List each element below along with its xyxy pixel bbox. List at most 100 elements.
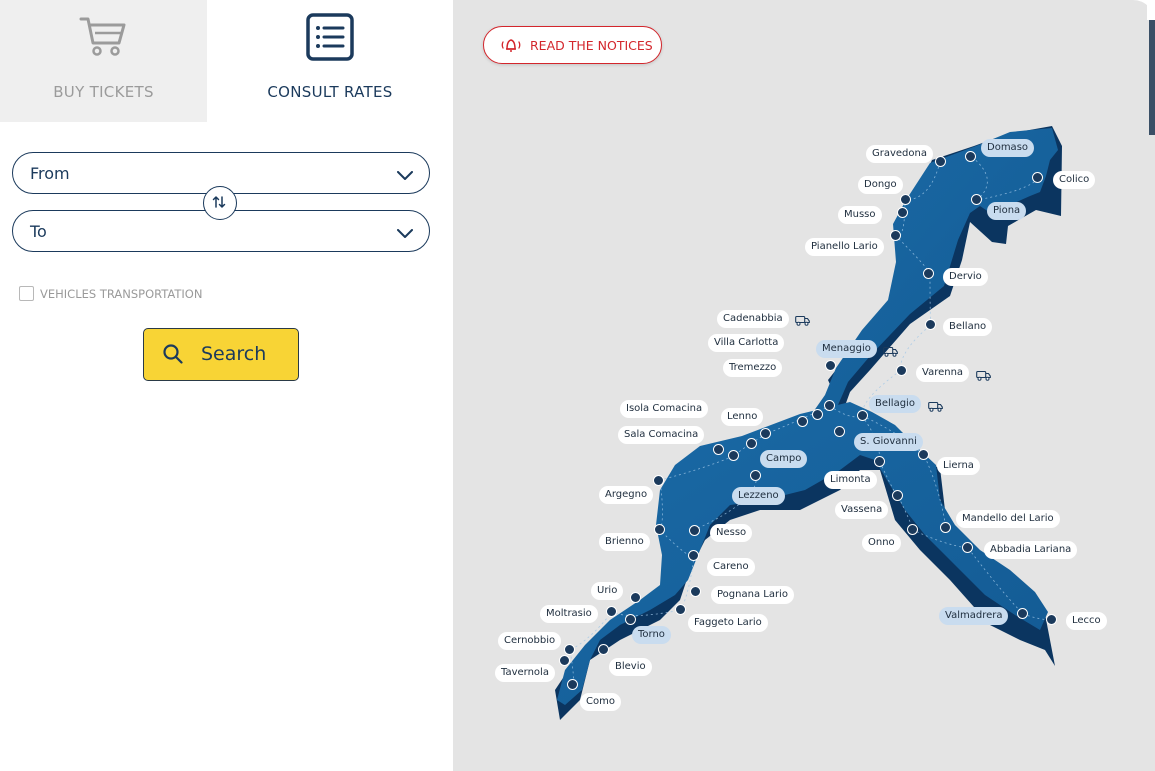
stop-marker[interactable]: [900, 194, 911, 205]
stop-marker[interactable]: [825, 360, 836, 371]
stop-marker[interactable]: [923, 268, 934, 279]
vehicle-ferry-icon: [883, 342, 898, 357]
stop-label-varenna[interactable]: Varenna: [916, 364, 970, 382]
stop-label-isola[interactable]: Isola Comacina: [620, 400, 709, 418]
stop-label-pianello[interactable]: Pianello Lario: [805, 238, 884, 256]
stop-marker[interactable]: [760, 428, 771, 439]
stop-label-abbadia[interactable]: Abbadia Lariana: [984, 541, 1078, 559]
stop-label-nesso[interactable]: Nesso: [710, 524, 753, 542]
stop-marker[interactable]: [1046, 614, 1057, 625]
stop-label-moltrasio[interactable]: Moltrasio: [540, 605, 598, 623]
stop-label-pognana[interactable]: Pognana Lario: [711, 586, 794, 604]
stop-marker[interactable]: [746, 438, 757, 449]
stop-label-musso[interactable]: Musso: [838, 206, 882, 224]
tab-buy-tickets[interactable]: BUY TICKETS: [0, 0, 207, 122]
cart-icon: [79, 13, 129, 63]
stop-marker[interactable]: [892, 490, 903, 501]
stop-label-mandello[interactable]: Mandello del Lario: [956, 510, 1060, 528]
stop-marker[interactable]: [598, 644, 609, 655]
stop-marker[interactable]: [625, 614, 636, 625]
stop-marker[interactable]: [688, 550, 699, 561]
stop-label-onno[interactable]: Onno: [862, 534, 901, 552]
stop-label-careno[interactable]: Careno: [707, 558, 755, 576]
tab-buy-label: BUY TICKETS: [53, 83, 154, 101]
stop-label-brienno[interactable]: Brienno: [599, 533, 650, 551]
stop-marker[interactable]: [675, 604, 686, 615]
stop-marker[interactable]: [713, 444, 724, 455]
stop-marker[interactable]: [925, 319, 936, 330]
stop-label-vassena[interactable]: Vassena: [835, 501, 889, 519]
stop-label-villacarlotta[interactable]: Villa Carlotta: [708, 334, 785, 352]
stop-marker[interactable]: [653, 475, 664, 486]
to-select-value: To: [30, 222, 47, 241]
stop-marker[interactable]: [971, 194, 982, 205]
stop-label-cadenabbia[interactable]: Cadenabbia: [717, 310, 789, 328]
from-select-value: From: [30, 164, 70, 183]
read-notices-label: READ THE NOTICES: [530, 38, 653, 53]
stop-marker[interactable]: [559, 655, 570, 666]
stop-label-lenno[interactable]: Lenno: [721, 408, 764, 426]
stop-label-gravedona[interactable]: Gravedona: [866, 145, 933, 163]
stop-label-blevio[interactable]: Blevio: [609, 658, 652, 676]
stop-label-lecco[interactable]: Lecco: [1066, 612, 1107, 630]
stop-marker[interactable]: [1017, 608, 1028, 619]
stop-label-sgiovanni[interactable]: S. Giovanni: [854, 433, 923, 451]
stop-label-tremezzo[interactable]: Tremezzo: [723, 359, 783, 377]
stop-label-menaggio[interactable]: Menaggio: [816, 340, 877, 358]
stop-marker[interactable]: [834, 426, 845, 437]
stop-label-como[interactable]: Como: [580, 693, 621, 711]
stop-marker[interactable]: [896, 365, 907, 376]
stop-label-bellano[interactable]: Bellano: [943, 318, 993, 336]
stop-marker[interactable]: [907, 524, 918, 535]
stop-marker[interactable]: [857, 410, 868, 421]
stop-label-bellagio[interactable]: Bellagio: [869, 395, 921, 413]
stop-label-urio[interactable]: Urio: [591, 582, 624, 600]
stop-marker[interactable]: [690, 586, 701, 597]
stop-marker[interactable]: [918, 449, 929, 460]
stop-marker[interactable]: [940, 522, 951, 533]
stop-label-colico[interactable]: Colico: [1053, 171, 1096, 189]
stop-label-cernobbio[interactable]: Cernobbio: [498, 632, 562, 650]
stop-marker[interactable]: [630, 592, 641, 603]
stop-label-domaso[interactable]: Domaso: [981, 139, 1035, 157]
stop-marker[interactable]: [564, 644, 575, 655]
stop-marker[interactable]: [935, 156, 946, 167]
stop-label-sala[interactable]: Sala Comacina: [618, 426, 705, 444]
vehicle-ferry-icon: [795, 311, 810, 326]
stop-marker[interactable]: [689, 525, 700, 536]
stop-label-torno[interactable]: Torno: [632, 626, 671, 644]
stop-label-dervio[interactable]: Dervio: [943, 268, 988, 286]
stop-marker[interactable]: [962, 542, 973, 553]
stop-marker[interactable]: [728, 450, 739, 461]
stop-marker[interactable]: [567, 679, 578, 690]
stop-marker[interactable]: [750, 470, 761, 481]
chevron-down-icon: [397, 166, 413, 185]
vehicles-checkbox[interactable]: [19, 286, 34, 301]
stop-marker[interactable]: [654, 524, 665, 535]
swap-arrows-icon: [212, 196, 226, 208]
stop-marker[interactable]: [890, 230, 901, 241]
tab-consult-rates[interactable]: CONSULT RATES: [207, 0, 453, 122]
stop-label-faggeto[interactable]: Faggeto Lario: [688, 614, 768, 632]
stop-marker[interactable]: [797, 416, 808, 427]
stop-label-tavernola[interactable]: Tavernola: [495, 664, 555, 682]
search-button[interactable]: Search: [143, 328, 299, 381]
stop-marker[interactable]: [965, 151, 976, 162]
stop-label-lierna[interactable]: Lierna: [937, 457, 980, 475]
vehicle-ferry-icon: [928, 397, 943, 412]
stop-marker[interactable]: [874, 456, 885, 467]
stop-marker[interactable]: [897, 207, 908, 218]
stop-marker[interactable]: [1032, 172, 1043, 183]
stop-label-piona[interactable]: Piona: [987, 202, 1027, 220]
stop-label-lezzeno[interactable]: Lezzeno: [732, 487, 785, 505]
stop-label-limonta[interactable]: Limonta: [824, 471, 877, 489]
stop-marker[interactable]: [824, 400, 835, 411]
stop-marker[interactable]: [812, 409, 823, 420]
stop-label-valmadrera[interactable]: Valmadrera: [939, 607, 1009, 625]
swap-direction-button[interactable]: [203, 186, 237, 220]
stop-label-argegno[interactable]: Argegno: [599, 486, 654, 504]
stop-marker[interactable]: [606, 606, 617, 617]
read-notices-button[interactable]: READ THE NOTICES: [483, 26, 662, 64]
stop-label-dongo[interactable]: Dongo: [858, 176, 903, 194]
stop-label-campo[interactable]: Campo: [760, 450, 808, 468]
